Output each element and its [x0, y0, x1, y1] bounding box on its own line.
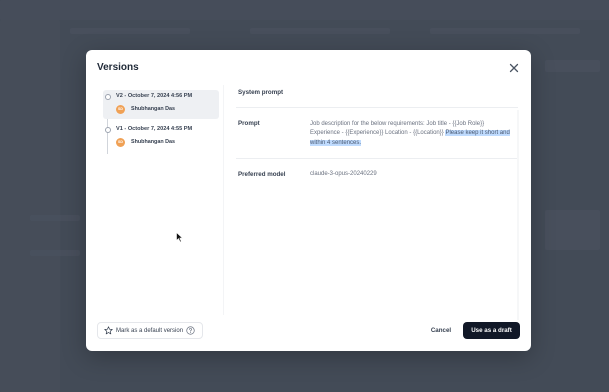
version-author: Shubhangan Das: [131, 139, 176, 145]
close-button[interactable]: [508, 62, 520, 74]
prompt-label: Prompt: [238, 120, 260, 127]
timeline-dot-icon: [105, 94, 111, 100]
system-prompt-label: System prompt: [238, 89, 284, 96]
version-label: V2 - October 7, 2024 4:56 PM: [116, 93, 193, 99]
prompt-value[interactable]: Job description for the below requiremen…: [310, 120, 512, 148]
row-divider: [236, 107, 518, 108]
scrollbar[interactable]: [517, 110, 519, 320]
close-icon: [509, 63, 519, 73]
mouse-cursor-icon: [176, 232, 184, 243]
mark-default-label: Mark as a default version: [116, 327, 184, 334]
mark-default-version-button[interactable]: Mark as a default version: [97, 322, 204, 339]
version-author: Shubhangan Das: [131, 106, 176, 112]
version-label: V1 - October 7, 2024 4:55 PM: [116, 126, 193, 132]
help-icon[interactable]: [186, 326, 195, 335]
panel-divider: [223, 85, 224, 315]
avatar: SD: [116, 105, 125, 114]
avatar: SD: [116, 138, 125, 147]
version-item-v2[interactable]: V2 - October 7, 2024 4:56 PM SD Shubhang…: [103, 90, 219, 119]
timeline-dot-icon: [105, 127, 111, 133]
version-item-v1[interactable]: V1 - October 7, 2024 4:55 PM SD Shubhang…: [103, 123, 219, 152]
dialog-title: Versions: [97, 62, 139, 73]
preferred-model-label: Preferred model: [238, 171, 286, 178]
use-as-draft-button[interactable]: Use as a draft: [463, 322, 520, 339]
cancel-button[interactable]: Cancel: [423, 322, 459, 339]
preferred-model-value: claude-3-opus-20240229: [310, 171, 377, 177]
star-icon: [104, 326, 113, 335]
versions-dialog: Versions V2 - October 7, 2024 4:56 PM SD…: [86, 50, 531, 351]
row-divider: [236, 158, 518, 159]
